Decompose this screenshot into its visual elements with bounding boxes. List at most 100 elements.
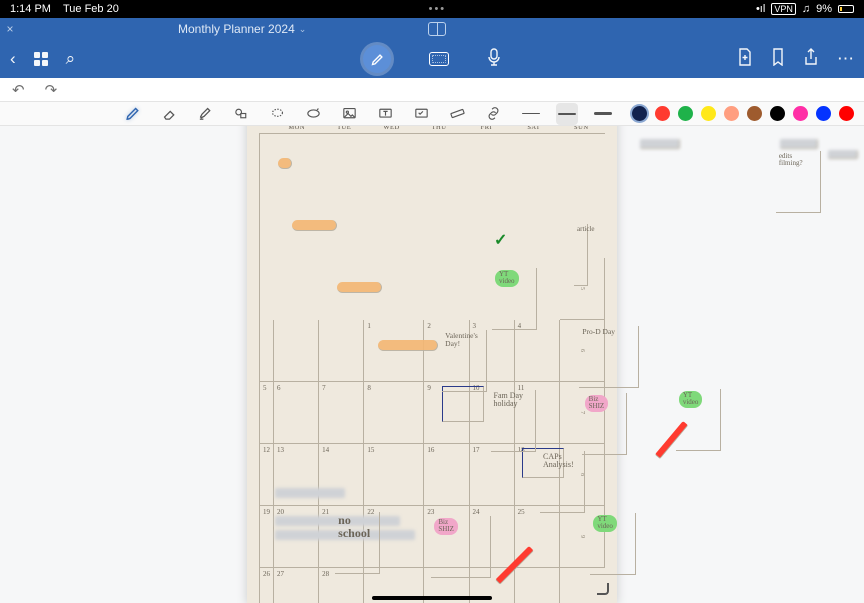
- planner-page[interactable]: FEBRUARY JANFEBMARAPRMAYJUNJULAUGSEPOCTN…: [247, 126, 617, 603]
- more-button[interactable]: ⋯: [837, 49, 854, 69]
- home-indicator[interactable]: [372, 596, 492, 600]
- calendar-cell[interactable]: 15: [364, 444, 424, 506]
- color-swatch-6[interactable]: [770, 106, 785, 121]
- mic-icon: [487, 48, 501, 66]
- pen-tool[interactable]: [124, 105, 142, 123]
- checkmark-icon: ✓: [494, 230, 507, 250]
- multitask-dots-icon[interactable]: •••: [429, 3, 447, 15]
- status-date: Tue Feb 20: [63, 3, 119, 15]
- calendar-cell[interactable]: 17: [470, 444, 515, 506]
- undo-button[interactable]: ↶: [12, 81, 25, 99]
- canvas[interactable]: FEBRUARY JANFEBMARAPRMAYJUNJULAUGSEPOCTN…: [0, 126, 864, 603]
- redacted-text: [828, 150, 858, 159]
- entry-wed21: YT video: [679, 391, 703, 408]
- bookmark-button[interactable]: [771, 48, 785, 71]
- document-title-menu[interactable]: Monthly Planner 2024 ⌄: [178, 22, 306, 36]
- split-view-icon[interactable]: [428, 22, 446, 36]
- audio-icon: ♫: [802, 3, 810, 15]
- status-bar: 1:14 PM Tue Feb 20 ••• •ıl VPN ♫ 9%: [0, 0, 864, 18]
- lasso-tool[interactable]: [268, 105, 286, 123]
- color-swatch-8[interactable]: [816, 106, 831, 121]
- color-swatch-3[interactable]: [701, 106, 716, 121]
- color-swatch-1[interactable]: [655, 106, 670, 121]
- highlight-band: [337, 282, 382, 293]
- calendar-cell[interactable]: 19: [260, 506, 274, 568]
- calendar-cell[interactable]: [319, 320, 364, 382]
- share-button[interactable]: [803, 48, 819, 71]
- entry-sun4: article: [574, 224, 588, 286]
- dow-label: SUN: [558, 126, 605, 131]
- signal-icon: •ıl: [756, 3, 765, 15]
- thickness-thick[interactable]: [592, 103, 614, 125]
- calendar-cell[interactable]: 12: [260, 444, 274, 506]
- color-swatch-5[interactable]: [747, 106, 762, 121]
- color-swatch-7[interactable]: [793, 106, 808, 121]
- dow-label: TUE: [320, 126, 367, 131]
- ellipse-tool[interactable]: [304, 105, 322, 123]
- ruler-tool[interactable]: [448, 105, 466, 123]
- dow-label: SAT: [510, 126, 557, 131]
- calendar-cell[interactable]: [515, 568, 560, 603]
- chevron-down-icon: ⌄: [299, 24, 307, 35]
- calendar-cell[interactable]: 5: [260, 382, 274, 444]
- eraser-tool[interactable]: [160, 105, 178, 123]
- drawing-tools: [124, 105, 502, 123]
- dow-label: THU: [415, 126, 462, 131]
- highlighter-tool[interactable]: [196, 105, 214, 123]
- entry-wed14: Valentine's Day!: [442, 330, 487, 392]
- calendar-cell[interactable]: 1: [364, 320, 424, 382]
- calendar-cell[interactable]: [260, 320, 274, 382]
- calendar-cell[interactable]: 7: [319, 382, 364, 444]
- elements-tool[interactable]: [412, 105, 430, 123]
- redacted-text: [640, 139, 680, 149]
- vpn-badge: VPN: [771, 3, 796, 15]
- image-tool[interactable]: [340, 105, 358, 123]
- color-swatch-2[interactable]: [678, 106, 693, 121]
- battery-pct: 9%: [816, 3, 832, 15]
- share-icon: [803, 48, 819, 66]
- redo-button[interactable]: ↷: [45, 81, 58, 99]
- resize-handle[interactable]: [593, 579, 609, 595]
- color-swatch-4[interactable]: [724, 106, 739, 121]
- entry-tue27: Biz SHIZ: [434, 518, 458, 535]
- color-palette: [632, 106, 854, 121]
- stroke-thickness: [520, 103, 614, 125]
- title-bar: × Monthly Planner 2024 ⌄: [0, 18, 864, 40]
- page-plus-icon: [737, 48, 753, 66]
- bookmark-icon: [771, 48, 785, 66]
- dow-label: FRI: [463, 126, 510, 131]
- calendar-cell[interactable]: 16: [424, 444, 469, 506]
- link-tool[interactable]: [484, 105, 502, 123]
- pencil-icon: [370, 52, 385, 67]
- thickness-medium[interactable]: [556, 103, 578, 125]
- color-swatch-9[interactable]: [839, 106, 854, 121]
- edit-mode-button[interactable]: [363, 45, 391, 73]
- dow-label: MON: [273, 126, 320, 131]
- back-button[interactable]: ‹: [10, 49, 16, 69]
- calendar-cell[interactable]: 6: [274, 382, 319, 444]
- calendar-cell[interactable]: 27: [274, 568, 319, 603]
- document-title: Monthly Planner 2024: [178, 22, 295, 36]
- nav-bar: ‹ ⌕ ⋯: [0, 40, 864, 78]
- search-button[interactable]: ⌕: [66, 49, 76, 69]
- mic-button[interactable]: [487, 48, 501, 71]
- entry-thu29: YT video: [593, 515, 617, 532]
- day-of-week-row: MONTUEWEDTHUFRISATSUN: [259, 126, 605, 131]
- highlight-band: [292, 220, 337, 231]
- calendar-cell[interactable]: 8: [364, 382, 424, 444]
- color-swatch-0[interactable]: [632, 106, 647, 121]
- calendar-cell[interactable]: [274, 320, 319, 382]
- close-button[interactable]: ×: [0, 22, 20, 36]
- add-page-button[interactable]: [737, 48, 753, 71]
- entry-fri9: YT video: [495, 270, 519, 287]
- entry-mon19: Fam Day holiday: [491, 390, 536, 452]
- shape-tool[interactable]: [232, 105, 250, 123]
- thumbnails-button[interactable]: [34, 52, 48, 66]
- entry-sat24: CAPs Analysis!: [540, 451, 585, 513]
- thickness-thin[interactable]: [520, 103, 542, 125]
- redacted-text: [780, 139, 818, 149]
- keyboard-button[interactable]: [429, 52, 449, 66]
- entry-fri16: Pro-D Day: [579, 326, 639, 388]
- text-tool[interactable]: [376, 105, 394, 123]
- calendar-cell[interactable]: 26: [260, 568, 274, 603]
